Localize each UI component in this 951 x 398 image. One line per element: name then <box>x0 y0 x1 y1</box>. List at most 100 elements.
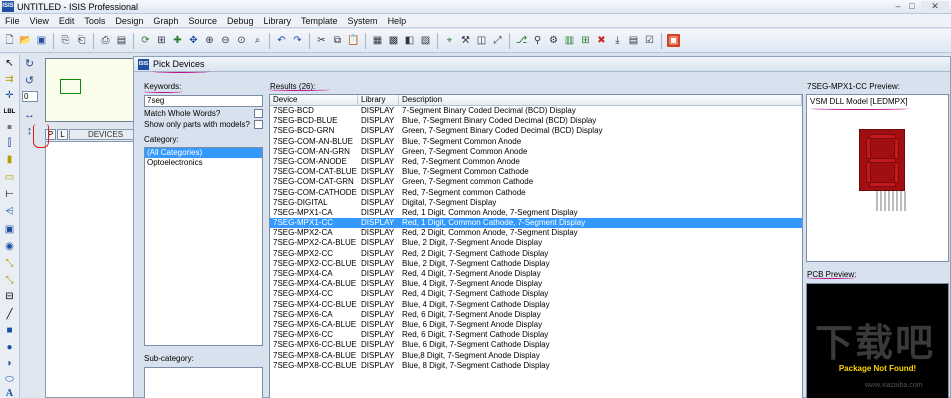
category-item-all[interactable]: (All Categories) <box>145 148 262 158</box>
table-row[interactable]: 7SEG-MPX4-CC-BLUE DISPLAY Blue, 4 Digit, 7… <box>270 300 802 310</box>
wire-autorouter-icon[interactable]: ⎇ <box>515 34 528 47</box>
component-mode-icon[interactable]: ⇉ <box>2 73 17 86</box>
zoom-child-icon[interactable]: ⤓ <box>611 34 624 47</box>
category-list[interactable]: (All Categories) Optoelectronics <box>144 147 263 346</box>
voltage-probe-icon[interactable]: ⤡ <box>2 257 17 270</box>
device-pins-icon[interactable]: ⊢ <box>2 188 17 201</box>
table-row[interactable]: 7SEG-MPX2-CA DISPLAY Red, 2 Digit, Common … <box>270 228 802 238</box>
export-icon[interactable]: ⎗ <box>75 34 88 47</box>
virtual-instruments-icon[interactable]: ⊟ <box>2 290 17 303</box>
search-tag-icon[interactable]: ⚲ <box>531 34 544 47</box>
overview-window[interactable] <box>45 58 142 122</box>
bill-of-materials-icon[interactable]: ▤ <box>627 34 640 47</box>
menu-design[interactable]: Design <box>110 14 148 27</box>
rotate-ccw-icon[interactable]: ↺ <box>22 74 37 88</box>
open-folder-icon[interactable]: 📂 <box>19 34 32 47</box>
netlist-to-ares-icon[interactable]: ▣ <box>667 34 680 47</box>
zoom-all-icon[interactable]: ⊙ <box>235 34 248 47</box>
subcategory-list[interactable] <box>144 367 263 398</box>
new-file-icon[interactable]: 🗋 <box>3 34 16 47</box>
table-row[interactable]: 7SEG-COM-AN-BLUE DISPLAY Blue, 7-Segment C… <box>270 137 802 147</box>
table-row[interactable]: 7SEG-MPX2-CA-BLUE DISPLAY Blue, 2 Digit, 7… <box>270 238 802 248</box>
paste-icon[interactable]: 📋 <box>347 34 360 47</box>
menu-help[interactable]: Help <box>383 14 412 27</box>
table-row[interactable]: 7SEG-MPX4-CC DISPLAY Red, 4 Digit, 7-Segme… <box>270 289 802 299</box>
pan-icon[interactable]: ✥ <box>187 34 200 47</box>
menu-system[interactable]: System <box>343 14 383 27</box>
menu-template[interactable]: Template <box>296 14 343 27</box>
wire-label-icon[interactable]: LBL <box>2 105 17 118</box>
menu-source[interactable]: Source <box>183 14 222 27</box>
show-only-models-checkbox[interactable] <box>254 120 263 129</box>
column-header-library[interactable]: Library <box>358 95 399 105</box>
printer-setup-icon[interactable]: ▤ <box>115 34 128 47</box>
table-row[interactable]: 7SEG-DIGITAL DISPLAY Digital, 7-Segment Di… <box>270 198 802 208</box>
cut-icon[interactable]: ✂ <box>315 34 328 47</box>
table-row[interactable]: 7SEG-MPX4-CA DISPLAY Red, 4 Digit, 7-Segme… <box>270 269 802 279</box>
tape-recorder-icon[interactable]: ▣ <box>2 223 17 236</box>
table-row[interactable]: 7SEG-BCD-BLUE DISPLAY Blue, 7-Segment Bina… <box>270 116 802 126</box>
table-row[interactable]: 7SEG-COM-CATHODE DISPLAY Red, 7-Segment co… <box>270 188 802 198</box>
menu-library[interactable]: Library <box>259 14 297 27</box>
block-rotate-icon[interactable]: ◧ <box>403 34 416 47</box>
make-device-icon[interactable]: ⚒ <box>459 34 472 47</box>
table-row[interactable]: 7SEG-COM-AN-GRN DISPLAY Green, 7-Segment C… <box>270 147 802 157</box>
zoom-area-icon[interactable]: ⌕ <box>251 34 264 47</box>
rotate-cw-icon[interactable]: ↻ <box>22 57 37 71</box>
copy-icon[interactable]: ⧉ <box>331 34 344 47</box>
table-row[interactable]: 7SEG-COM-ANODE DISPLAY Red, 7-Segment Comm… <box>270 157 802 167</box>
import-icon[interactable]: ⎘ <box>59 34 72 47</box>
column-header-device[interactable]: Device <box>270 95 358 105</box>
table-row[interactable]: 7SEG-MPX1-CA DISPLAY Red, 1 Digit, Common … <box>270 208 802 218</box>
results-table[interactable]: Device Library Description 7SEG-BCD DISPL… <box>269 94 803 398</box>
category-item-optoelectronics[interactable]: Optoelectronics <box>145 158 262 168</box>
box-icon[interactable]: ■ <box>2 324 17 337</box>
table-row[interactable]: 7SEG-MPX8-CA-BLUE DISPLAY Blue,8 Digit, 7-… <box>270 351 802 361</box>
table-row[interactable]: 7SEG-MPX4-CA-BLUE DISPLAY Blue, 4 Digit, 7… <box>270 279 802 289</box>
graph-icon[interactable]: ⩤ <box>2 205 17 218</box>
match-whole-words-checkbox[interactable] <box>254 109 263 118</box>
menu-view[interactable]: View <box>25 14 54 27</box>
table-row[interactable]: 7SEG-MPX6-CA-BLUE DISPLAY Blue, 6 Digit, 7… <box>270 320 802 330</box>
text-script-icon[interactable]: ≣ <box>2 121 17 134</box>
line-icon[interactable]: ╱ <box>2 308 17 321</box>
undo-icon[interactable]: ↶ <box>275 34 288 47</box>
mirror-horizontal-icon[interactable]: ↔ <box>22 108 37 122</box>
redo-icon[interactable]: ↷ <box>291 34 304 47</box>
electrical-rule-check-icon[interactable]: ☑ <box>643 34 656 47</box>
minimize-button[interactable]: – <box>892 1 904 12</box>
text-icon[interactable]: A <box>2 387 17 398</box>
menu-tools[interactable]: Tools <box>79 14 110 27</box>
path-icon[interactable]: ⬭ <box>2 373 17 386</box>
selection-mode-icon[interactable]: ↖ <box>2 57 17 70</box>
block-delete-icon[interactable]: ▨ <box>419 34 432 47</box>
rotation-angle-field[interactable]: 0 <box>22 91 38 102</box>
menu-file[interactable]: File <box>0 14 25 27</box>
keywords-input[interactable]: 7seg <box>144 95 263 107</box>
print-icon[interactable]: ⎙ <box>99 34 112 47</box>
devices-list[interactable] <box>45 141 142 398</box>
table-row[interactable]: 7SEG-MPX1-CC DISPLAY Red, 1 Digit, Common … <box>270 218 802 229</box>
table-row[interactable]: 7SEG-COM-CAT-GRN DISPLAY Green, 7-Segment … <box>270 177 802 187</box>
table-row[interactable]: 7SEG-BCD DISPLAY 7-Segment Binary Coded De… <box>270 106 802 116</box>
table-row[interactable]: 7SEG-MPX8-CC-BLUE DISPLAY Blue, 8 Digit, 7… <box>270 361 802 371</box>
new-sheet-icon[interactable]: ⊞ <box>579 34 592 47</box>
current-probe-icon[interactable]: ⤡ <box>2 274 17 287</box>
buses-icon[interactable]: ⫿ <box>2 137 17 150</box>
table-row[interactable]: 7SEG-MPX6-CC DISPLAY Red, 6 Digit, 7-Segme… <box>270 330 802 340</box>
table-row[interactable]: 7SEG-MPX2-CC DISPLAY Red, 2 Digit, 7-Segme… <box>270 249 802 259</box>
table-row[interactable]: 7SEG-MPX2-CC-BLUE DISPLAY Blue, 2 Digit, 7… <box>270 259 802 269</box>
table-row[interactable]: 7SEG-MPX6-CA DISPLAY Red, 6 Digit, 7-Segme… <box>270 310 802 320</box>
menu-debug[interactable]: Debug <box>222 14 259 27</box>
block-move-icon[interactable]: ▩ <box>387 34 400 47</box>
junction-dot-icon[interactable]: ✛ <box>2 89 17 102</box>
remove-sheet-icon[interactable]: ✖ <box>595 34 608 47</box>
pick-device-icon[interactable]: ⌖ <box>443 34 456 47</box>
decompose-icon[interactable]: ⤢ <box>491 34 504 47</box>
grid-icon[interactable]: ⊞ <box>155 34 168 47</box>
close-button[interactable]: ✕ <box>921 1 949 12</box>
maximize-button[interactable]: □ <box>906 1 918 12</box>
table-row[interactable]: 7SEG-MPX6-CC-BLUE DISPLAY Blue, 6 Digit, 7… <box>270 340 802 350</box>
property-assignment-icon[interactable]: ⚙ <box>547 34 560 47</box>
design-explorer-icon[interactable]: ▥ <box>563 34 576 47</box>
